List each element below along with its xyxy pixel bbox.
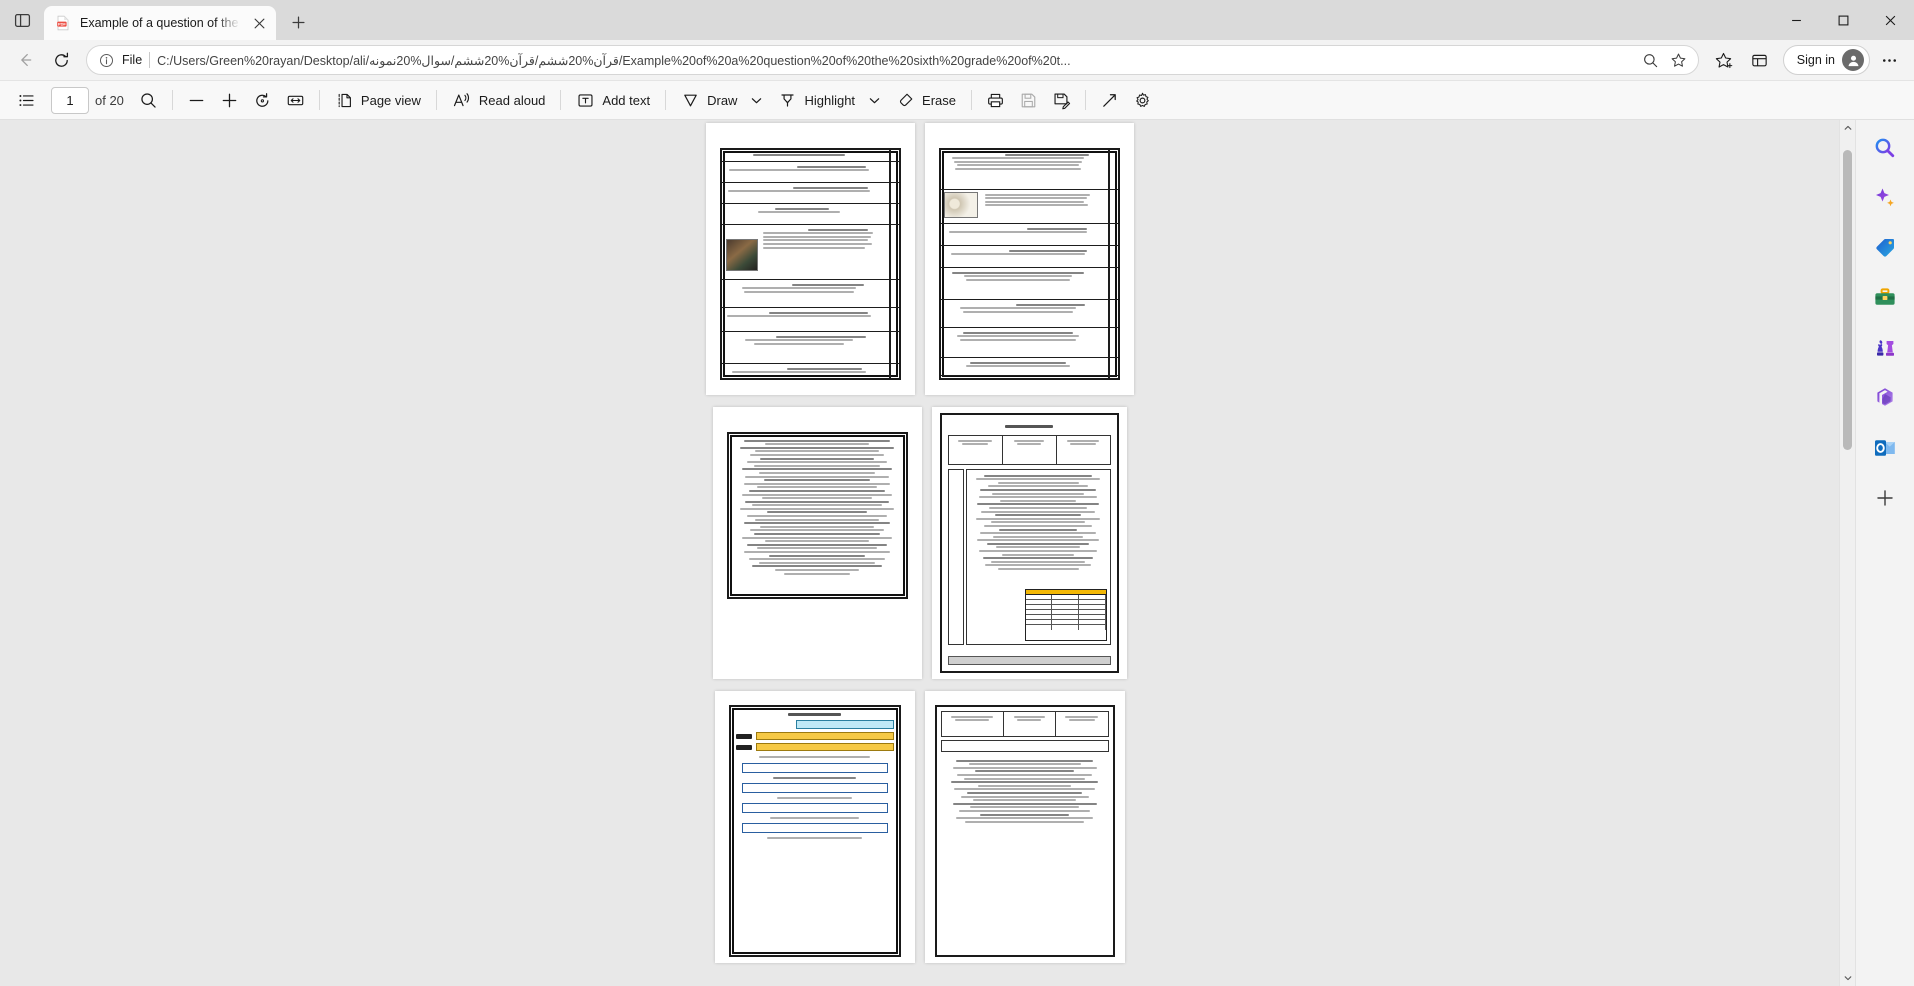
main-area: [0, 120, 1914, 986]
close-icon[interactable]: [248, 12, 270, 34]
erase-label: Erase: [922, 92, 957, 108]
url-scheme-label: File: [122, 53, 143, 67]
draw-button[interactable]: Draw: [673, 85, 745, 115]
plus-icon[interactable]: [1865, 478, 1905, 518]
highlight-label: Highlight: [804, 92, 856, 108]
rotate-icon[interactable]: [246, 85, 279, 115]
person-avatar-icon: [1842, 49, 1864, 71]
back-arrow-icon[interactable]: [8, 43, 42, 77]
edge-sidebar: [1855, 120, 1914, 986]
page-illustration: [725, 239, 758, 271]
read-aloud-label: Read aloud: [478, 92, 546, 108]
draw-label: Draw: [707, 92, 738, 108]
pdf-page-4[interactable]: [931, 407, 1127, 679]
scroll-down-icon[interactable]: [1840, 970, 1855, 986]
toolbar-divider: [318, 90, 320, 110]
highlighted-answer-box: [795, 720, 894, 729]
refresh-icon[interactable]: [44, 43, 78, 77]
highlight-chevron-down-icon[interactable]: [861, 85, 888, 115]
print-icon[interactable]: [979, 85, 1012, 115]
close-window-button[interactable]: [1867, 0, 1914, 40]
window-controls: [1773, 0, 1914, 40]
collections-icon[interactable]: [1743, 43, 1777, 77]
sign-in-button[interactable]: Sign in: [1782, 45, 1870, 75]
toolbar-divider: [665, 90, 667, 110]
toolbar-divider: [435, 90, 437, 110]
toolbar-divider: [171, 90, 173, 110]
shopping-tag-icon[interactable]: [1865, 228, 1905, 268]
zoom-glass-icon[interactable]: [1638, 47, 1664, 73]
svg-text:PDF: PDF: [58, 22, 66, 27]
table-of-contents-icon[interactable]: [10, 85, 43, 115]
erase-button[interactable]: Erase: [888, 85, 964, 115]
page-view-label: Page view: [360, 92, 421, 108]
microsoft-365-icon[interactable]: [1865, 378, 1905, 418]
scroll-up-icon[interactable]: [1840, 120, 1855, 136]
pdf-page-6[interactable]: [924, 691, 1125, 963]
sign-in-label: Sign in: [1796, 53, 1835, 67]
toolbar-divider: [971, 90, 973, 110]
scrollbar-thumb[interactable]: [1843, 150, 1852, 450]
answer-key-table: [1024, 589, 1107, 641]
star-icon[interactable]: [1666, 47, 1692, 73]
favorites-icon[interactable]: [1707, 43, 1741, 77]
search-icon[interactable]: [132, 85, 165, 115]
url-text: C:/Users/Green%20rayan/Desktop/ali/قرآن%…: [157, 53, 1071, 68]
page-count-label: of 20: [95, 92, 124, 108]
toolbar-divider: [560, 90, 562, 110]
outlook-icon[interactable]: [1865, 428, 1905, 468]
search-magnifier-icon[interactable]: [1865, 128, 1905, 168]
draw-chevron-down-icon[interactable]: [743, 85, 770, 115]
toolbox-icon[interactable]: [1865, 278, 1905, 318]
maximize-button[interactable]: [1820, 0, 1867, 40]
page-row-2: [0, 407, 1839, 679]
address-bar[interactable]: File C:/Users/Green%20rayan/Desktop/ali/…: [86, 45, 1699, 75]
games-chess-icon[interactable]: [1865, 328, 1905, 368]
highlight-button[interactable]: Highlight: [770, 85, 863, 115]
save-as-icon[interactable]: [1045, 85, 1078, 115]
pdf-toolbar: of 20 Pa: [0, 80, 1914, 120]
add-text-button[interactable]: Add text: [568, 85, 658, 115]
navigation-bar: File C:/Users/Green%20rayan/Desktop/ali/…: [0, 40, 1914, 80]
fit-to-width-icon[interactable]: [279, 85, 312, 115]
ellipsis-icon[interactable]: [1872, 43, 1906, 77]
page-illustration: [943, 192, 978, 218]
page-row-1: [0, 123, 1839, 395]
read-aloud-button[interactable]: Read aloud: [444, 85, 554, 115]
toolbar-divider: [1085, 90, 1087, 110]
pdf-page-5[interactable]: [714, 691, 915, 963]
expand-diagonal-icon[interactable]: [1093, 85, 1126, 115]
page-view-button[interactable]: Page view: [327, 85, 429, 115]
add-text-label: Add text: [602, 92, 651, 108]
pdf-page-1[interactable]: [705, 123, 915, 395]
pdf-page-2[interactable]: [924, 123, 1134, 395]
vertical-scrollbar[interactable]: [1839, 120, 1855, 986]
minimize-button[interactable]: [1773, 0, 1820, 40]
info-circle-icon[interactable]: [97, 51, 115, 69]
page-footer-bar: [947, 656, 1111, 665]
page-number-input[interactable]: [51, 86, 89, 114]
pdf-page-3[interactable]: [712, 407, 922, 679]
browser-tab[interactable]: PDF Example of a question of the sixth: [44, 6, 276, 40]
pdf-viewer[interactable]: [0, 120, 1839, 986]
new-tab-button[interactable]: [282, 6, 314, 38]
omnibox-divider: [149, 52, 151, 68]
copilot-sparkle-icon[interactable]: [1865, 178, 1905, 218]
zoom-in-button[interactable]: [213, 85, 246, 115]
zoom-out-button[interactable]: [180, 85, 213, 115]
omnibox-actions: [1638, 47, 1692, 73]
tab-title: Example of a question of the sixth: [80, 16, 240, 30]
gear-icon[interactable]: [1126, 85, 1159, 115]
save-icon: [1012, 85, 1045, 115]
page-row-3: [0, 691, 1839, 963]
pdf-icon: PDF: [54, 14, 72, 32]
tab-actions-icon[interactable]: [0, 0, 44, 40]
tab-strip: PDF Example of a question of the sixth: [0, 0, 1914, 40]
